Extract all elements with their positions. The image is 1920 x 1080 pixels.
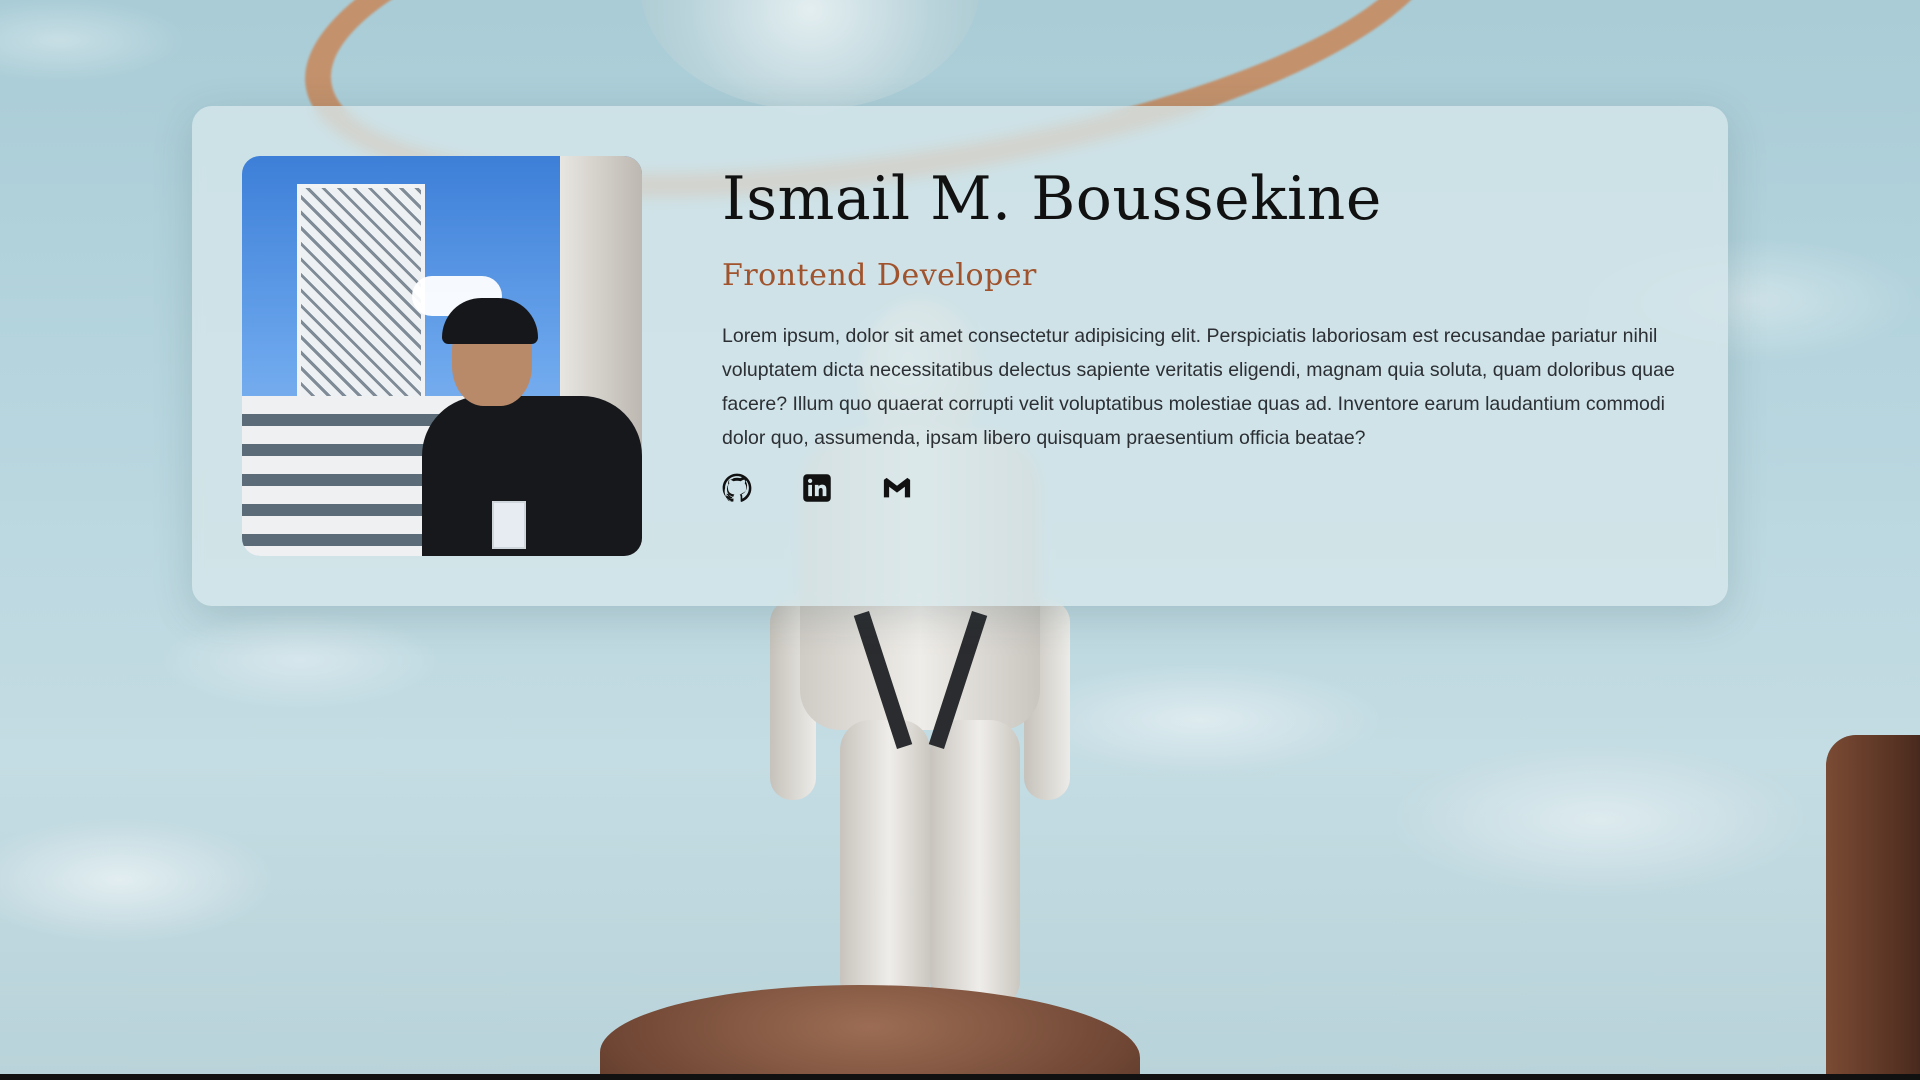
- cliff-rock: [1826, 735, 1920, 1080]
- profile-role: Frontend Developer: [722, 258, 1037, 293]
- github-link[interactable]: [722, 473, 752, 503]
- social-links: [722, 473, 1682, 503]
- profile-name: Ismail M. Boussekine: [722, 164, 1382, 234]
- bottom-edge: [0, 1074, 1920, 1080]
- gmail-link[interactable]: [882, 473, 912, 503]
- profile-content: Ismail M. Boussekine Frontend Developer …: [722, 166, 1682, 503]
- linkedin-icon: [803, 474, 831, 502]
- linkedin-link[interactable]: [802, 473, 832, 503]
- astronaut-left-leg: [840, 720, 930, 1010]
- astronaut-right-leg: [930, 720, 1020, 1010]
- photo-person-badge: [492, 501, 526, 549]
- profile-photo: [242, 156, 642, 556]
- photo-person: [422, 298, 642, 556]
- photo-person-torso: [422, 396, 642, 556]
- profile-card: Ismail M. Boussekine Frontend Developer …: [192, 106, 1728, 606]
- github-icon: [722, 473, 752, 503]
- gmail-icon: [883, 477, 911, 498]
- profile-bio: Lorem ipsum, dolor sit amet consectetur …: [722, 325, 1675, 449]
